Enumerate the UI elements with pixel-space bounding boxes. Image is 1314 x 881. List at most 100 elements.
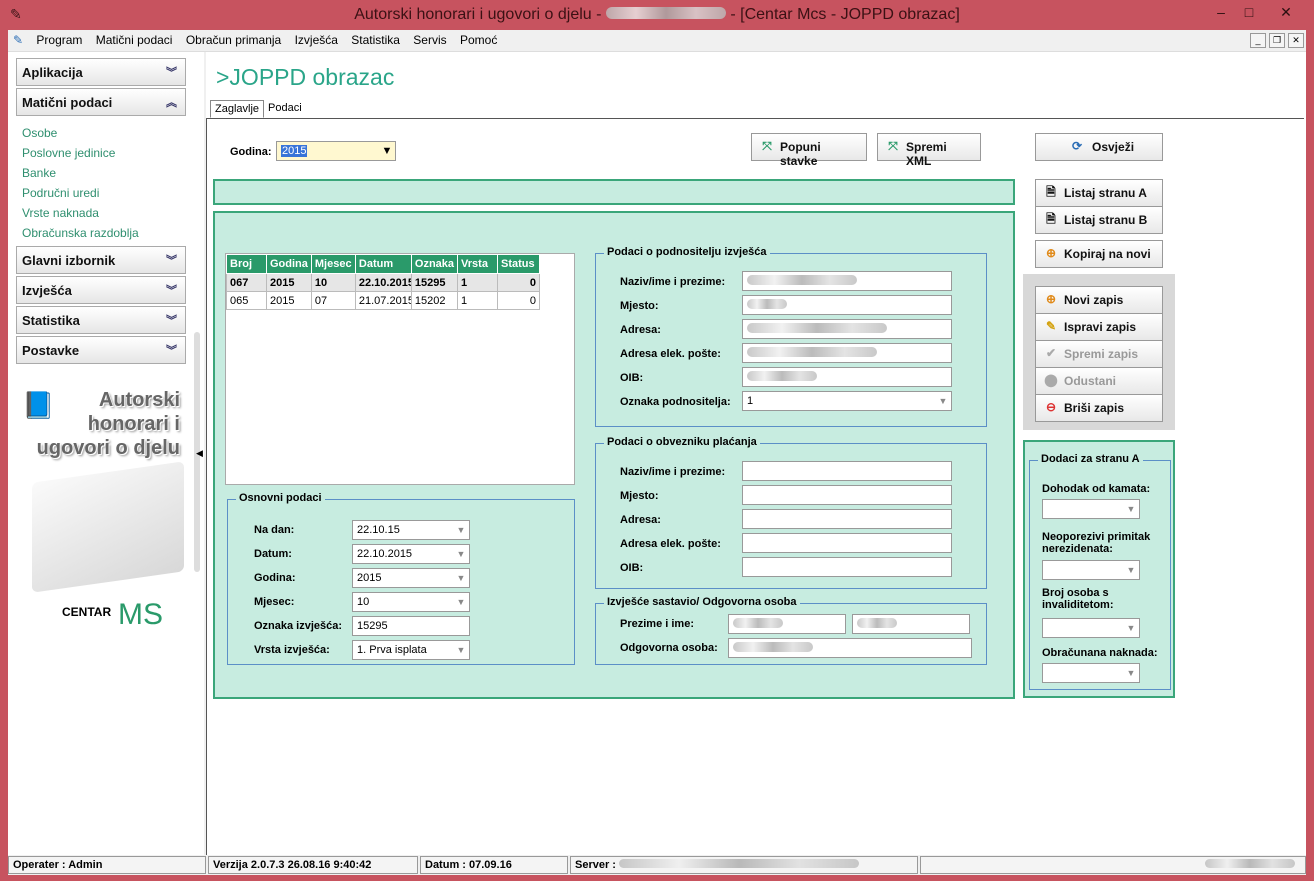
check-circle-icon: ✔ [1045, 346, 1057, 360]
sidebar-item-obracunska-razdoblja[interactable]: Obračunska razdoblja [22, 226, 139, 240]
col-mjesec[interactable]: Mjesec [310, 254, 356, 274]
spremi-zapis-button[interactable]: ✔ Spremi zapis [1035, 340, 1163, 368]
tab-podaci[interactable]: Podaci [264, 100, 306, 118]
field-label: Odgovorna osoba: [620, 642, 718, 654]
obveznik-adresa-field[interactable] [742, 509, 952, 529]
sidebar-group-postavke[interactable]: Postavke ︾ [16, 336, 186, 364]
sidebar-item-banke[interactable]: Banke [22, 166, 56, 180]
sidebar-group-statistika[interactable]: Statistika ︾ [16, 306, 186, 334]
godina-select[interactable]: 2015 ▼ [276, 141, 396, 161]
datum-field[interactable]: 22.10.2015 ▼ [352, 544, 470, 564]
close-button[interactable]: ✕ [1266, 2, 1306, 22]
expand-icon: ⤧ [888, 139, 898, 153]
ispravi-zapis-button[interactable]: ✎ Ispravi zapis [1035, 313, 1163, 341]
novi-zapis-button[interactable]: ⊕ Novi zapis [1035, 286, 1163, 314]
menu-pomoc[interactable]: Pomoć [455, 30, 502, 50]
info-strip [213, 179, 1015, 205]
ime-field[interactable] [852, 614, 970, 634]
minus-circle-icon: ⊖ [1045, 400, 1057, 414]
centar-mcs-logo: CENTAR MS [60, 592, 180, 632]
odustani-button[interactable]: ⬤ Odustani [1035, 367, 1163, 395]
records-grid[interactable]: Broj Godina Mjesec Datum Oznaka Vrsta St… [225, 253, 575, 485]
popuni-stavke-button[interactable]: ⤧ Popuni stavke [751, 133, 867, 168]
mdi-minimize-button[interactable]: _ [1250, 33, 1266, 48]
refresh-icon: ⟳ [1071, 139, 1083, 153]
menu-program[interactable]: Program [31, 30, 87, 50]
obveznik-naziv-field[interactable] [742, 461, 952, 481]
dropdown-arrow-icon: ▼ [456, 597, 466, 607]
mjesec-field[interactable]: 10 ▼ [352, 592, 470, 612]
col-datum[interactable]: Datum [354, 254, 412, 274]
title-bar: ✎ Autorski honorari i ugovori o djelu - … [0, 0, 1314, 30]
obveznik-group: Podaci o obvezniku plaćanja Naziv/ime i … [595, 436, 987, 589]
oznaka-podnositelja-select[interactable]: 1 ▼ [742, 391, 952, 411]
stop-icon: ⬤ [1044, 373, 1058, 387]
table-row[interactable]: 065 2015 07 21.07.2015 15202 1 0 [226, 291, 541, 310]
obveznik-email-field[interactable] [742, 533, 952, 553]
listaj-stranu-b-button[interactable]: 🗎 Listaj stranu B [1035, 206, 1163, 234]
menu-app-icon[interactable]: ✎ [8, 30, 28, 50]
odgovorna-osoba-field[interactable] [728, 638, 972, 658]
podnositelj-naziv-field[interactable] [742, 271, 952, 291]
col-status[interactable]: Status [497, 254, 541, 274]
chevron-down-icon: ︾ [166, 345, 177, 357]
godina-field[interactable]: 2015 ▼ [352, 568, 470, 588]
chevron-down-icon: ︾ [166, 285, 177, 297]
sidebar-item-osobe[interactable]: Osobe [22, 126, 57, 140]
minimize-button[interactable]: – [1208, 2, 1234, 22]
kopiraj-na-novi-button[interactable]: ⊕ Kopiraj na novi [1035, 240, 1163, 268]
col-godina[interactable]: Godina [266, 254, 312, 274]
field-label: Na dan: [254, 524, 295, 536]
sidebar-item-podrucni-uredi[interactable]: Područni uredi [22, 186, 99, 200]
osvjezi-button[interactable]: ⟳ Osvježi [1035, 133, 1163, 161]
field-label: Oznaka podnositelja: [620, 396, 731, 408]
mdi-close-button[interactable]: ✕ [1288, 33, 1304, 48]
col-vrsta[interactable]: Vrsta [457, 254, 499, 274]
podnositelj-oib-field[interactable] [742, 367, 952, 387]
field-label: OIB: [620, 562, 644, 574]
broj-osoba-select[interactable]: ▼ [1042, 618, 1140, 638]
vrsta-izvjesca-select[interactable]: 1. Prva isplata ▼ [352, 640, 470, 660]
obveznik-mjesto-field[interactable] [742, 485, 952, 505]
sidebar-group-izvjesca[interactable]: Izvješća ︾ [16, 276, 186, 304]
sidebar-group-glavni[interactable]: Glavni izbornik ︾ [16, 246, 186, 274]
collapse-arrow-icon[interactable]: ◀ [196, 448, 203, 459]
neoporezivi-primitak-select[interactable]: ▼ [1042, 560, 1140, 580]
document-icon: 🗎 [1046, 185, 1056, 199]
records-table: Broj Godina Mjesec Datum Oznaka Vrsta St… [226, 254, 541, 310]
podnositelj-email-field[interactable] [742, 343, 952, 363]
menu-statistika[interactable]: Statistika [346, 30, 405, 50]
prezime-field[interactable] [728, 614, 846, 634]
sidebar-group-maticni[interactable]: Matični podaci ︽ [16, 88, 186, 116]
dropdown-arrow-icon: ▼ [456, 525, 466, 535]
maximize-button[interactable]: □ [1236, 2, 1262, 22]
menu-maticni[interactable]: Matični podaci [91, 30, 178, 50]
col-broj[interactable]: Broj [226, 254, 267, 274]
obracunana-naknada-select[interactable]: ▼ [1042, 663, 1140, 683]
col-oznaka[interactable]: Oznaka [410, 254, 459, 274]
dodaci-panel: Dodaci za stranu A Dohodak od kamata: ▼ … [1023, 440, 1175, 698]
obveznik-oib-field[interactable] [742, 557, 952, 577]
na-dan-field[interactable]: 22.10.15 ▼ [352, 520, 470, 540]
oznaka-izvjesca-field[interactable]: 15295 [352, 616, 470, 636]
redacted-company [605, 7, 726, 19]
field-label: Mjesec: [254, 596, 295, 608]
field-label: Obračunana naknada: [1042, 647, 1158, 659]
listaj-stranu-a-button[interactable]: 🗎 Listaj stranu A [1035, 179, 1163, 207]
mdi-restore-button[interactable]: ❐ [1269, 33, 1285, 48]
table-row[interactable]: 067 2015 10 22.10.2015 15295 1 0 [226, 273, 541, 292]
sidebar-item-vrste-naknada[interactable]: Vrste naknada [22, 206, 99, 220]
dohodak-kamata-select[interactable]: ▼ [1042, 499, 1140, 519]
sidebar-item-poslovne-jedinice[interactable]: Poslovne jedinice [22, 146, 115, 160]
menu-izvjesca[interactable]: Izvješća [290, 30, 343, 50]
tab-zaglavlje[interactable]: Zaglavlje [210, 100, 265, 118]
menu-obracun[interactable]: Obračun primanja [181, 30, 286, 50]
sidebar-group-aplikacija[interactable]: Aplikacija ︾ [16, 58, 186, 86]
podnositelj-adresa-field[interactable] [742, 319, 952, 339]
menu-servis[interactable]: Servis [408, 30, 451, 50]
plus-circle-icon: ⊕ [1045, 292, 1057, 306]
brisi-zapis-button[interactable]: ⊖ Briši zapis [1035, 394, 1163, 422]
podnositelj-mjesto-field[interactable] [742, 295, 952, 315]
field-label: OIB: [620, 372, 644, 384]
spremi-xml-button[interactable]: ⤧ Spremi XML [877, 133, 981, 168]
